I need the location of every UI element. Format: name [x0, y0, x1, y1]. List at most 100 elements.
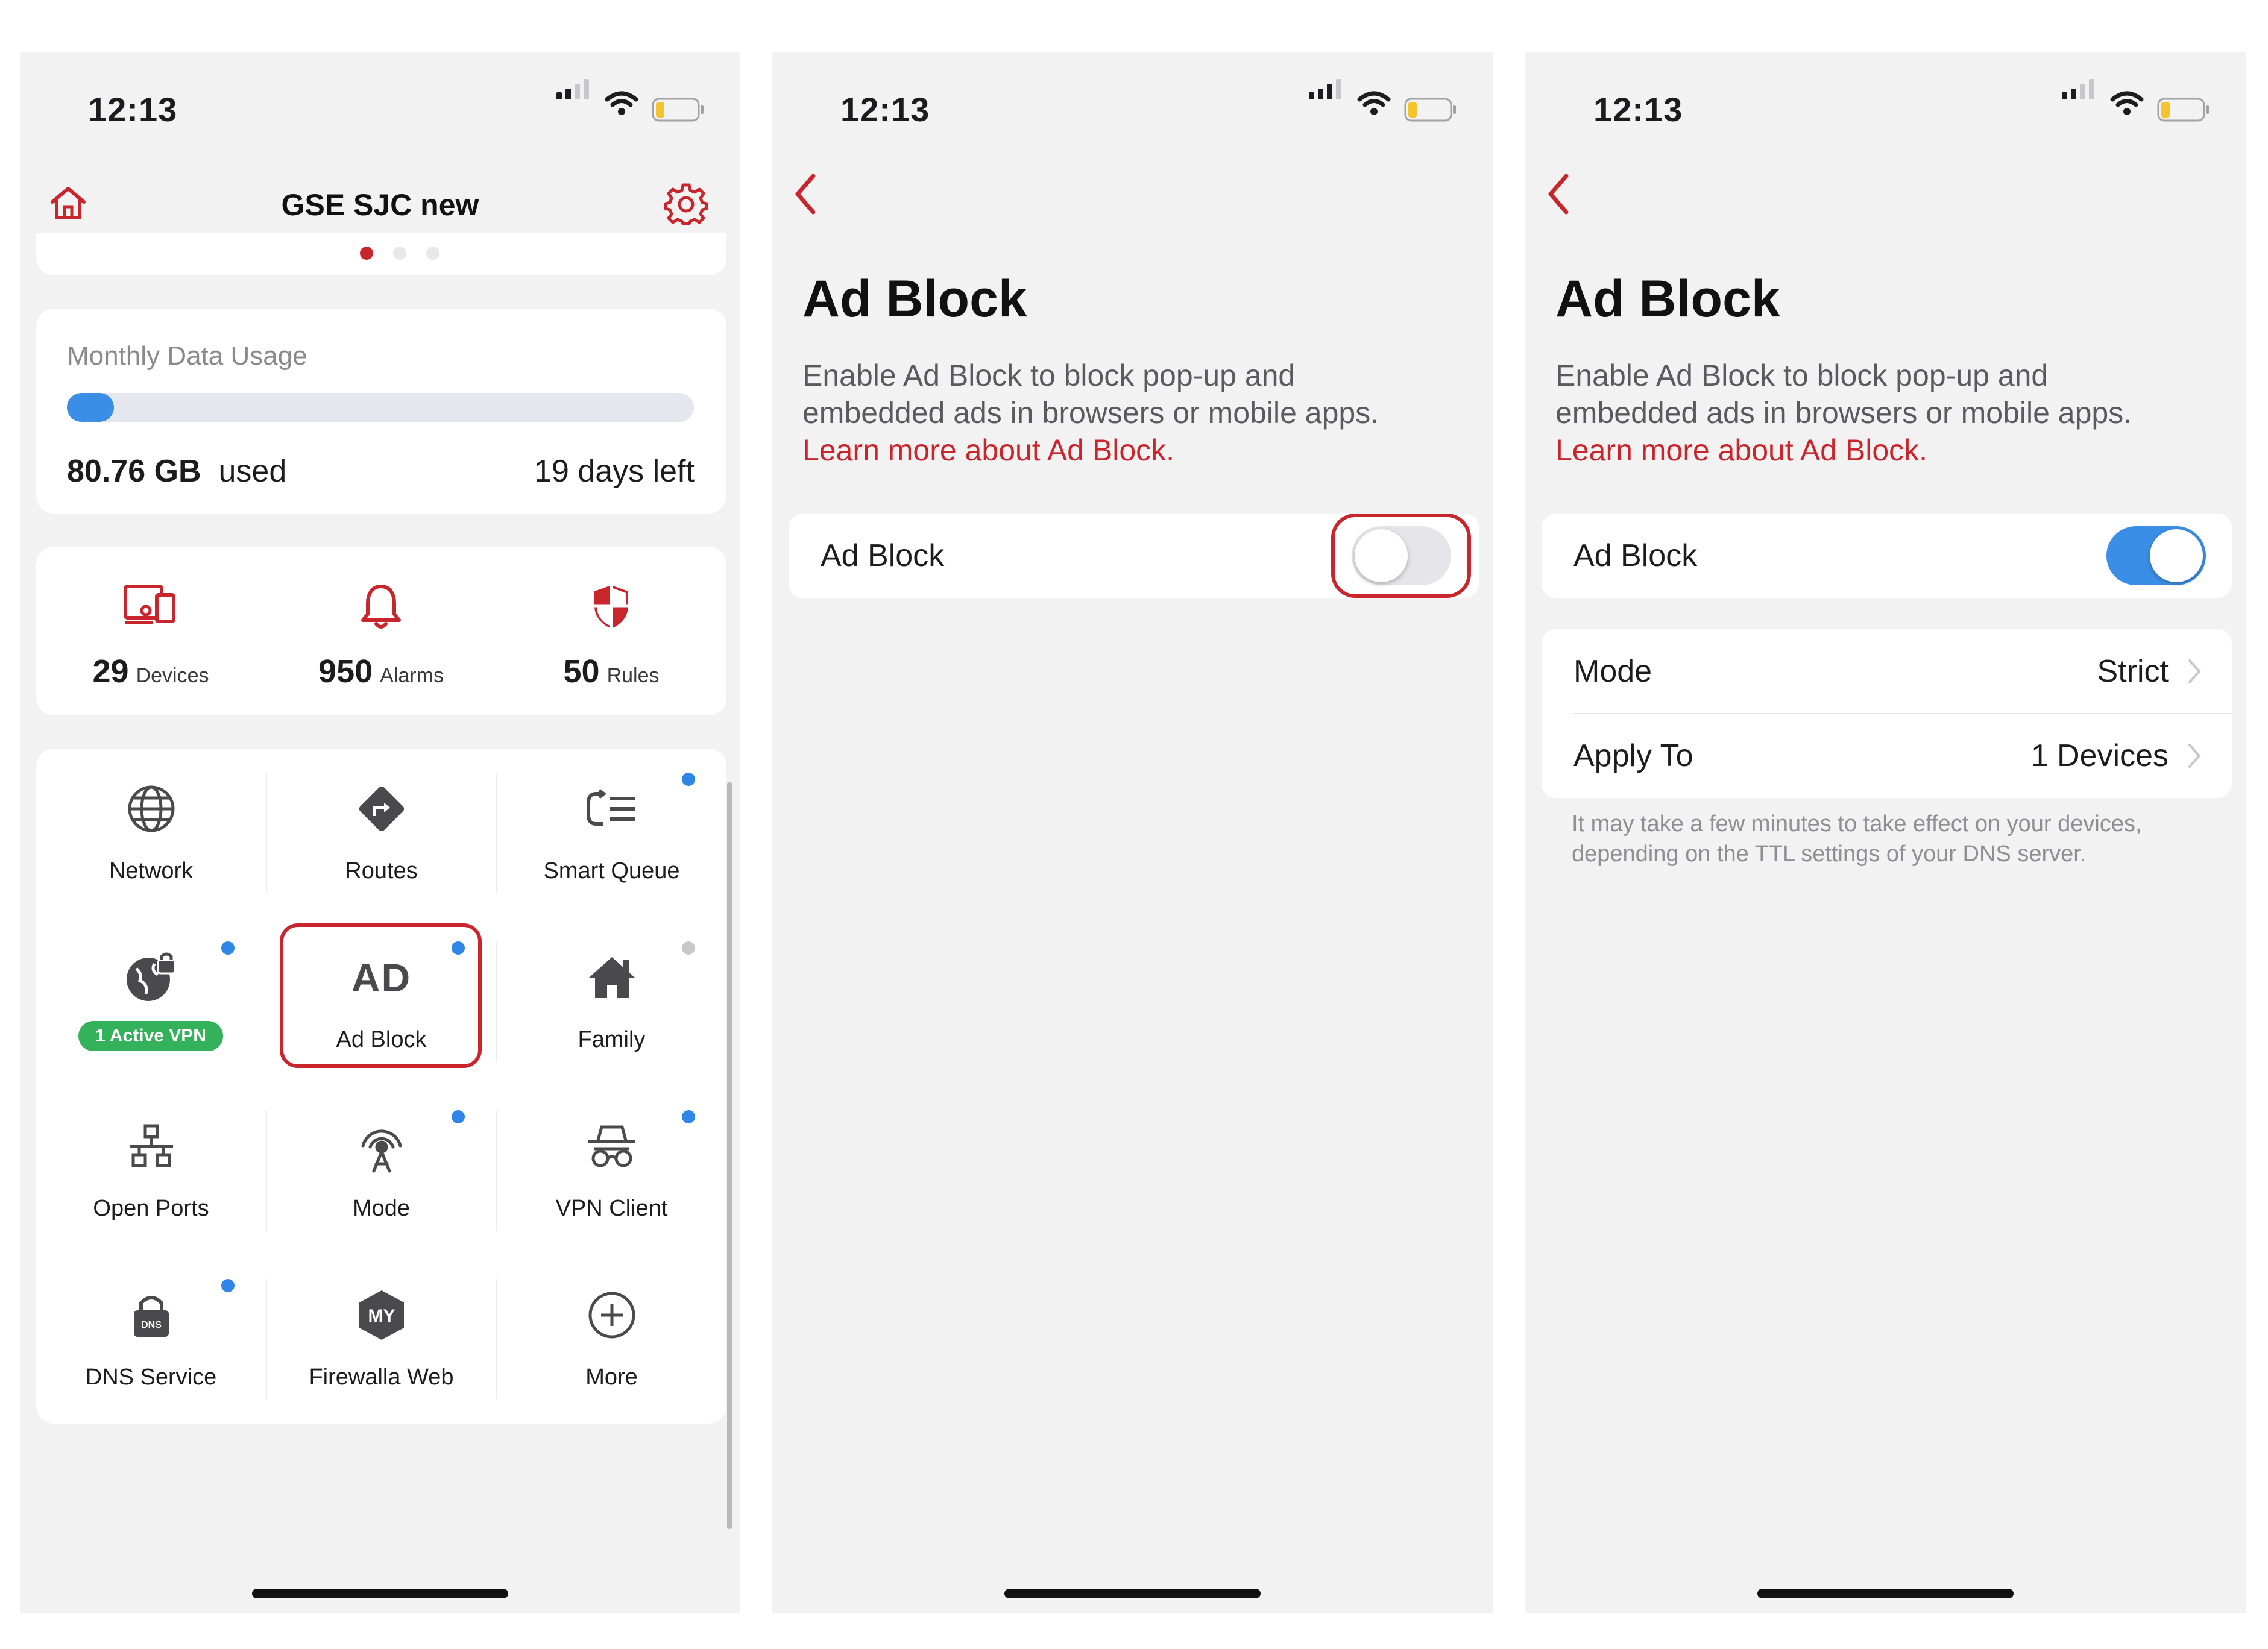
back-chevron-icon[interactable]: [789, 170, 823, 218]
devices-icon: [124, 585, 175, 624]
antenna-icon: [361, 1129, 402, 1173]
ad-block-toggle-on[interactable]: [2106, 526, 2206, 585]
rules-label: Rules: [606, 664, 660, 687]
apply-to-row[interactable]: Apply To 1 Devices: [1542, 714, 2232, 798]
wifi-icon: [605, 91, 638, 115]
ad-block-tile[interactable]: AD Ad Block: [266, 917, 496, 1086]
status-bar: 12:13: [1525, 52, 2246, 161]
usage-used: 80.76 GB used: [67, 453, 286, 489]
usage-used-value: 80.76 GB: [67, 454, 201, 489]
tile-label: Network: [109, 858, 194, 884]
mode-label: Mode: [1573, 654, 1652, 689]
mode-value: Strict: [2097, 654, 2169, 689]
chevron-right-icon: [2188, 659, 2201, 683]
tile-label: Smart Queue: [543, 858, 680, 884]
ad-block-on-screen: 12:13 Ad Block Enable Ad Block to block …: [1525, 52, 2246, 1613]
usage-used-label: used: [218, 454, 287, 489]
tile-label: VPN Client: [555, 1196, 668, 1221]
active-vpn-badge: 1 Active VPN: [78, 1021, 223, 1051]
wifi-icon: [1357, 91, 1391, 115]
settings-list: Mode Strict Apply To 1 Devices: [1542, 629, 2232, 798]
status-time: 12:13: [840, 90, 930, 128]
tile-label: Family: [578, 1027, 646, 1052]
page-dot-active: [360, 247, 373, 260]
smart-queue-tile[interactable]: Smart Queue: [497, 749, 726, 917]
mode-tile[interactable]: Mode: [266, 1086, 496, 1255]
dns-lock-icon: DNS: [133, 1296, 169, 1337]
battery-icon: [1404, 98, 1456, 122]
toggle-label: Ad Block: [821, 538, 945, 573]
firewalla-web-tile[interactable]: MY Firewalla Web: [266, 1255, 496, 1424]
apply-to-value: 1 Devices: [2030, 738, 2169, 773]
stats-card: 29 Devices 950 Alarms 50 Rules: [36, 547, 726, 715]
learn-more-link[interactable]: Learn more about Ad Block.: [802, 432, 1441, 469]
dns-service-tile[interactable]: DNS DNS Service: [36, 1255, 266, 1424]
page-title: Ad Block: [802, 270, 1027, 328]
alarms-count: 950: [318, 653, 373, 689]
tile-label: DNS Service: [85, 1365, 217, 1390]
vpn-client-tile[interactable]: VPN Client: [497, 1086, 726, 1255]
alarms-stat[interactable]: 950 Alarms: [266, 547, 496, 715]
status-time: 12:13: [1593, 90, 1683, 128]
ad-block-toggle-off[interactable]: [1352, 526, 1451, 585]
feature-grid: Network Routes Smart Queue 1 Active VPN …: [36, 749, 726, 1424]
family-tile[interactable]: Family: [497, 917, 726, 1086]
alarms-label: Alarms: [380, 664, 444, 687]
bell-icon: [361, 585, 401, 629]
devices-stat[interactable]: 29 Devices: [36, 547, 265, 715]
routes-tile[interactable]: Routes: [266, 749, 496, 917]
vpn-tile[interactable]: 1 Active VPN: [36, 917, 266, 1086]
route-sign-icon: [359, 786, 404, 832]
status-time: 12:13: [88, 90, 178, 128]
page-title: Ad Block: [1555, 270, 1780, 328]
network-tile[interactable]: Network: [36, 749, 266, 917]
tile-label: Routes: [345, 858, 418, 884]
gear-icon[interactable]: [664, 183, 708, 226]
home-indicator[interactable]: [1004, 1589, 1261, 1598]
new-indicator-dot: [452, 941, 465, 955]
network-ports-icon: [129, 1124, 173, 1167]
queue-icon: [586, 789, 635, 826]
usage-label: Monthly Data Usage: [67, 341, 307, 371]
devices-count: 29: [92, 653, 129, 689]
dns-icon-text: DNS: [141, 1320, 162, 1330]
apply-to-label: Apply To: [1573, 738, 1693, 773]
description-text: Enable Ad Block to block pop-up and embe…: [1555, 359, 2132, 430]
wifi-icon: [2110, 91, 2144, 115]
box-name-title: GSE SJC new: [281, 188, 479, 222]
back-chevron-icon[interactable]: [1542, 170, 1576, 218]
mode-row[interactable]: Mode Strict: [1542, 629, 2232, 714]
monthly-data-usage-card[interactable]: Monthly Data Usage 80.76 GB used 19 days…: [36, 309, 726, 514]
scrollbar[interactable]: [727, 782, 732, 1529]
house-icon: [588, 957, 635, 998]
ad-block-toggle-row: Ad Block: [789, 514, 1479, 598]
plus-circle-icon: [588, 1292, 635, 1339]
my-hexagon-icon: MY: [359, 1290, 404, 1340]
carousel-card[interactable]: [36, 233, 726, 275]
home-indicator[interactable]: [252, 1589, 508, 1598]
tile-label: Open Ports: [93, 1196, 209, 1221]
usage-progress-bar: [67, 393, 694, 422]
page-dot: [393, 247, 406, 260]
shield-icon: [594, 585, 628, 629]
more-tile[interactable]: More: [497, 1255, 726, 1424]
my-icon-text: MY: [368, 1306, 395, 1326]
vpn-globe-lock-icon: [126, 952, 175, 1001]
open-ports-tile[interactable]: Open Ports: [36, 1086, 266, 1255]
toggle-label: Ad Block: [1573, 538, 1698, 573]
page-dot: [426, 247, 439, 260]
rules-stat[interactable]: 50 Rules: [497, 547, 726, 715]
usage-progress-fill: [67, 393, 114, 422]
home-indicator[interactable]: [1757, 1589, 2014, 1598]
dashboard-screen: 12:13 GSE SJC new Monthly Data Usage 80.…: [20, 52, 740, 1613]
usage-days-left: 19 days left: [534, 454, 695, 489]
tile-label: More: [585, 1365, 638, 1390]
description: Enable Ad Block to block pop-up and embe…: [802, 357, 1441, 469]
description: Enable Ad Block to block pop-up and embe…: [1555, 357, 2194, 469]
tile-label: Firewalla Web: [309, 1365, 454, 1390]
devices-label: Devices: [136, 664, 209, 687]
incognito-icon: [588, 1125, 635, 1167]
description-text: Enable Ad Block to block pop-up and embe…: [802, 359, 1379, 430]
rules-count: 50: [563, 653, 600, 689]
learn-more-link[interactable]: Learn more about Ad Block.: [1555, 432, 2194, 469]
